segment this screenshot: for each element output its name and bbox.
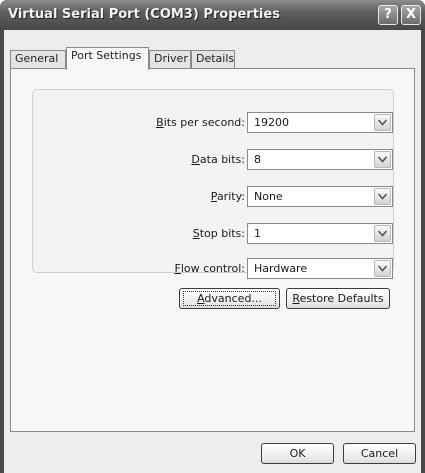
ok-button[interactable]: OK <box>261 443 334 464</box>
restore-defaults-button[interactable]: Restore Defaults <box>286 288 390 309</box>
stop-bits-row: Stop bits: 1 <box>33 223 395 245</box>
title-bar[interactable]: Virtual Serial Port (COM3) Properties ? … <box>0 0 425 30</box>
close-button[interactable]: X <box>401 5 421 25</box>
stop-bits-value: 1 <box>254 227 261 240</box>
help-button[interactable]: ? <box>378 5 398 25</box>
data-bits-select[interactable]: 8 <box>247 149 393 170</box>
bits-per-second-value: 19200 <box>254 116 289 129</box>
parity-label: Parity: <box>210 190 245 203</box>
properties-dialog: Virtual Serial Port (COM3) Properties ? … <box>0 0 425 473</box>
stop-bits-select[interactable]: 1 <box>247 223 393 244</box>
data-bits-value: 8 <box>254 153 261 166</box>
bits-per-second-select[interactable]: 19200 <box>247 112 393 133</box>
dialog-body: General Port Settings Driver Details Bit… <box>4 30 421 473</box>
tab-general[interactable]: General <box>10 50 66 68</box>
tab-driver[interactable]: Driver <box>149 50 191 68</box>
stop-bits-label: Stop bits: <box>192 227 245 240</box>
chevron-down-icon[interactable] <box>374 225 391 242</box>
bits-per-second-label: Bits per second: <box>156 116 245 129</box>
chevron-down-icon[interactable] <box>374 188 391 205</box>
tab-details[interactable]: Details <box>191 50 235 68</box>
parity-value: None <box>254 190 283 203</box>
window-title: Virtual Serial Port (COM3) Properties <box>8 7 280 22</box>
cancel-button[interactable]: Cancel <box>343 443 416 464</box>
bits-per-second-row: Bits per second: 19200 <box>33 112 395 134</box>
chevron-down-icon[interactable] <box>374 260 391 277</box>
parity-select[interactable]: None <box>247 186 393 207</box>
chevron-down-icon[interactable] <box>374 151 391 168</box>
data-bits-row: Data bits: 8 <box>33 149 395 171</box>
focus-rectangle <box>183 291 276 306</box>
flow-control-label: Flow control: <box>174 262 245 275</box>
chevron-down-icon[interactable] <box>374 114 391 131</box>
data-bits-label: Data bits: <box>191 153 245 166</box>
flow-control-row: Flow control: Hardware <box>33 258 395 280</box>
port-settings-panel: Bits per second: 19200 Data bits: 8 Pari… <box>10 68 415 432</box>
tab-port-settings[interactable]: Port Settings <box>66 47 149 70</box>
flow-control-value: Hardware <box>254 262 308 275</box>
advanced-button[interactable]: Advanced... <box>179 288 280 309</box>
settings-group: Bits per second: 19200 Data bits: 8 Pari… <box>32 89 395 279</box>
parity-row: Parity: None <box>33 186 395 208</box>
flow-control-select[interactable]: Hardware <box>247 258 393 279</box>
